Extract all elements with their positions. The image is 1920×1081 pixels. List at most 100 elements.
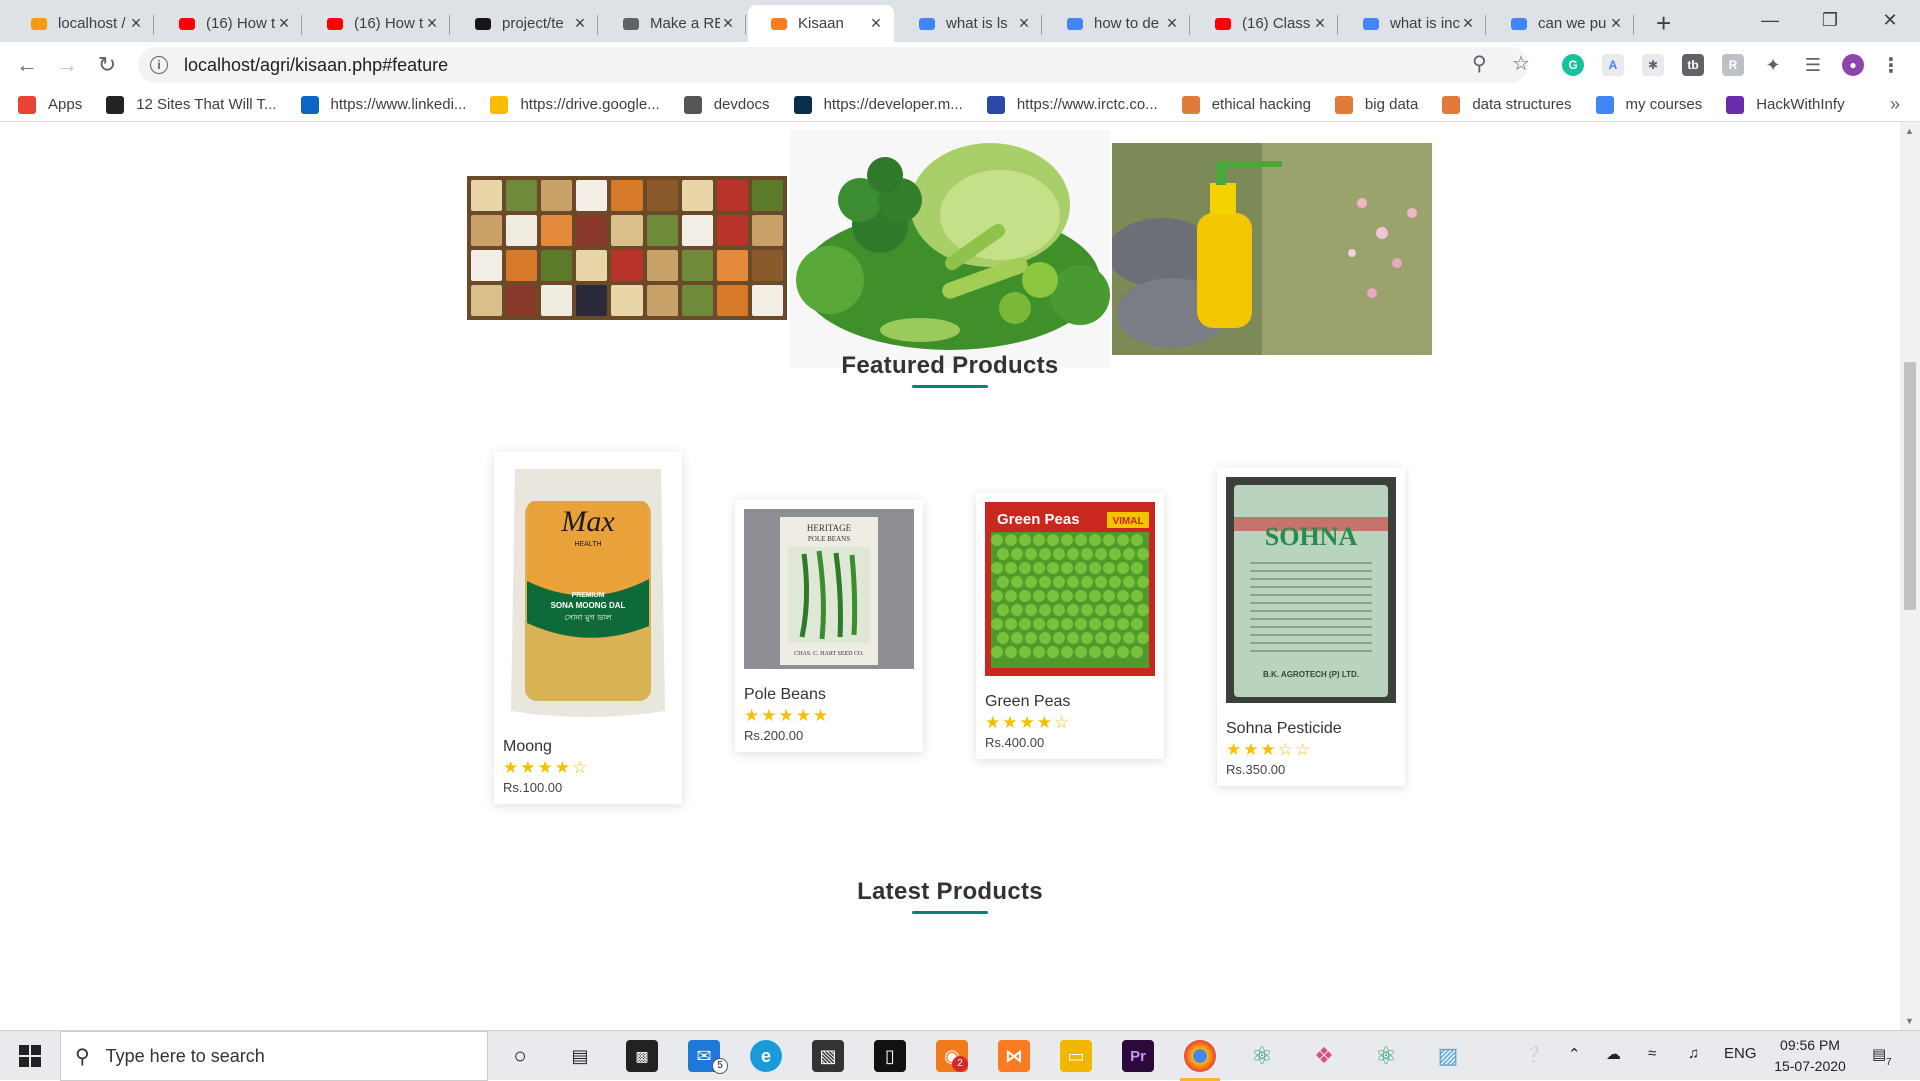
bookmark-item[interactable]: https://www.irctc.co... [986, 95, 1158, 114]
onedrive-icon[interactable]: ☁ [1606, 1045, 1621, 1063]
bookmark-item[interactable]: data structures [1442, 95, 1572, 114]
premiere-pro-icon[interactable]: Pr [1122, 1040, 1154, 1072]
translate-extension-icon[interactable]: A [1602, 54, 1624, 76]
xampp-icon[interactable]: ⋈ [998, 1040, 1030, 1072]
notifications-icon[interactable]: ▤ [1872, 1045, 1886, 1063]
scroll-up-icon[interactable]: ▲ [1905, 126, 1914, 136]
pea-shape [1081, 604, 1093, 616]
browser-tab[interactable]: how to de × [1044, 5, 1190, 42]
volume-icon[interactable]: ♫ [1688, 1045, 1699, 1062]
close-tab-icon[interactable]: × [1312, 13, 1328, 34]
product-card-sohna-pesticide[interactable]: SOHNA B.K. AGROTECH (P) LTD. Sohna Pesti… [1217, 468, 1405, 786]
pea-shape [1117, 646, 1129, 658]
show-hidden-icons[interactable]: ⌃ [1568, 1045, 1581, 1063]
maximize-icon[interactable]: ❐ [1800, 0, 1860, 40]
colorful-app-icon[interactable]: ❖ [1308, 1040, 1340, 1072]
pea-shape [1095, 632, 1107, 644]
atom-secondary-icon[interactable]: ⚛ [1370, 1040, 1402, 1072]
wifi-icon[interactable]: ≈ [1648, 1045, 1656, 1062]
close-tab-icon[interactable]: × [128, 13, 144, 34]
pea-shape [1123, 576, 1135, 588]
linkedin-icon [300, 95, 319, 114]
bookmark-item[interactable]: big data [1334, 95, 1418, 114]
taskbar-search-box[interactable]: ⚲ Type here to search [60, 1031, 488, 1081]
pea-shape [1075, 534, 1087, 546]
atom-icon[interactable]: ⚛ [1246, 1040, 1278, 1072]
tab-separator [1485, 15, 1486, 35]
close-window-icon[interactable]: ✕ [1860, 0, 1920, 40]
start-button[interactable] [0, 1031, 60, 1081]
back-icon[interactable]: ← [12, 50, 42, 80]
close-tab-icon[interactable]: × [424, 13, 440, 34]
product-card-green-peas[interactable]: Green Peas VIMAL Green Peas ★★★★☆ Rs.400… [976, 493, 1164, 759]
bookmark-item[interactable]: Apps [18, 95, 82, 114]
bookmark-star-icon[interactable]: ☆ [1512, 51, 1530, 76]
browser-tab[interactable]: (16) Class × [1192, 5, 1338, 42]
bookmark-item[interactable]: https://developer.m... [793, 95, 963, 114]
close-tab-icon[interactable]: × [868, 13, 884, 34]
sticky-notes-icon[interactable]: ▧ [812, 1040, 844, 1072]
close-tab-icon[interactable]: × [1164, 13, 1180, 34]
close-tab-icon[interactable]: × [720, 13, 736, 34]
language-indicator[interactable]: ENG [1724, 1045, 1757, 1062]
r-extension-icon[interactable]: R [1722, 54, 1744, 76]
close-tab-icon[interactable]: × [1016, 13, 1032, 34]
reload-icon[interactable]: ↻ [92, 50, 122, 80]
pea-shape [1089, 590, 1101, 602]
browser-tab[interactable]: project/te × [452, 5, 598, 42]
close-tab-icon[interactable]: × [1608, 13, 1624, 34]
github-icon [474, 15, 492, 33]
profile-avatar[interactable]: ● [1842, 54, 1864, 76]
forward-icon[interactable]: → [52, 50, 82, 80]
media-queue-icon[interactable]: ☰ [1802, 54, 1824, 76]
task-view-icon[interactable]: ▤ [564, 1040, 596, 1072]
tb-extension-icon[interactable]: tb [1682, 54, 1704, 76]
browser-tab[interactable]: Kisaan × [748, 5, 894, 42]
bookmark-item[interactable]: devdocs [683, 95, 770, 114]
page-scrollbar[interactable]: ▲ ▼ [1900, 122, 1920, 1030]
scroll-down-icon[interactable]: ▼ [1905, 1016, 1914, 1026]
clock[interactable]: 09:56 PM 15-07-2020 [1760, 1035, 1860, 1077]
grammarly-icon[interactable]: G [1562, 54, 1584, 76]
close-tab-icon[interactable]: × [1460, 13, 1476, 34]
close-tab-icon[interactable]: × [572, 13, 588, 34]
tab-title: localhost / [58, 15, 126, 32]
notes-app-icon[interactable]: ▨ [1432, 1040, 1464, 1072]
site-info-icon[interactable]: i [150, 56, 168, 74]
bookmark-item[interactable]: https://www.linkedi... [300, 95, 466, 114]
browser-tab[interactable]: localhost / × [8, 5, 154, 42]
zoom-icon[interactable]: ⚲ [1472, 51, 1487, 76]
bookmark-item[interactable]: ethical hacking [1181, 95, 1311, 114]
browser-tab[interactable]: (16) How t × [156, 5, 302, 42]
file-explorer-icon[interactable]: ▭ [1060, 1040, 1092, 1072]
browser-tab[interactable]: can we pu × [1488, 5, 1634, 42]
close-tab-icon[interactable]: × [276, 13, 292, 34]
bookmark-item[interactable]: my courses [1595, 95, 1702, 114]
pea-shape [1067, 548, 1079, 560]
bookmark-item[interactable]: HackWithInfy [1726, 95, 1845, 114]
help-icon[interactable]: ❔ [1524, 1045, 1543, 1063]
bookmark-item[interactable]: https://drive.google... [490, 95, 660, 114]
product-card-moong[interactable]: Max HEALTH PREMIUM SONA MOONG DAL সোনা ম… [494, 452, 682, 804]
more-bookmarks-icon[interactable]: » [1890, 94, 1900, 115]
browser-tab[interactable]: (16) How t × [304, 5, 450, 42]
terminal-icon[interactable]: ▯ [874, 1040, 906, 1072]
product-card-pole-beans[interactable]: HERITAGE POLE BEANS CHAS. C. HART SEED C… [735, 500, 923, 752]
menu-kebab-icon[interactable]: ⋮ [1880, 54, 1902, 77]
edge-icon[interactable]: e [750, 1040, 782, 1072]
new-tab-button[interactable]: + [1656, 8, 1671, 39]
browser-tab[interactable]: Make a RE × [600, 5, 746, 42]
tab-title: (16) How t [354, 15, 424, 32]
browser-tab[interactable]: what is ls × [896, 5, 1042, 42]
bookmark-item[interactable]: 12 Sites That Will T... [106, 95, 277, 114]
bug-extension-icon[interactable]: ✱ [1642, 54, 1664, 76]
browser-tab[interactable]: what is inc × [1340, 5, 1486, 42]
minimize-icon[interactable]: — [1740, 0, 1800, 40]
address-bar[interactable]: i localhost/agri/kisaan.php#feature [138, 47, 1528, 83]
scrollbar-thumb[interactable] [1904, 362, 1916, 610]
extensions-puzzle-icon[interactable]: ✦ [1762, 54, 1784, 76]
chrome-icon[interactable] [1184, 1040, 1216, 1072]
product-image-pole-beans: HERITAGE POLE BEANS CHAS. C. HART SEED C… [744, 509, 914, 669]
store-icon[interactable]: ▩ [626, 1040, 658, 1072]
cortana-icon[interactable]: ○ [504, 1040, 536, 1072]
